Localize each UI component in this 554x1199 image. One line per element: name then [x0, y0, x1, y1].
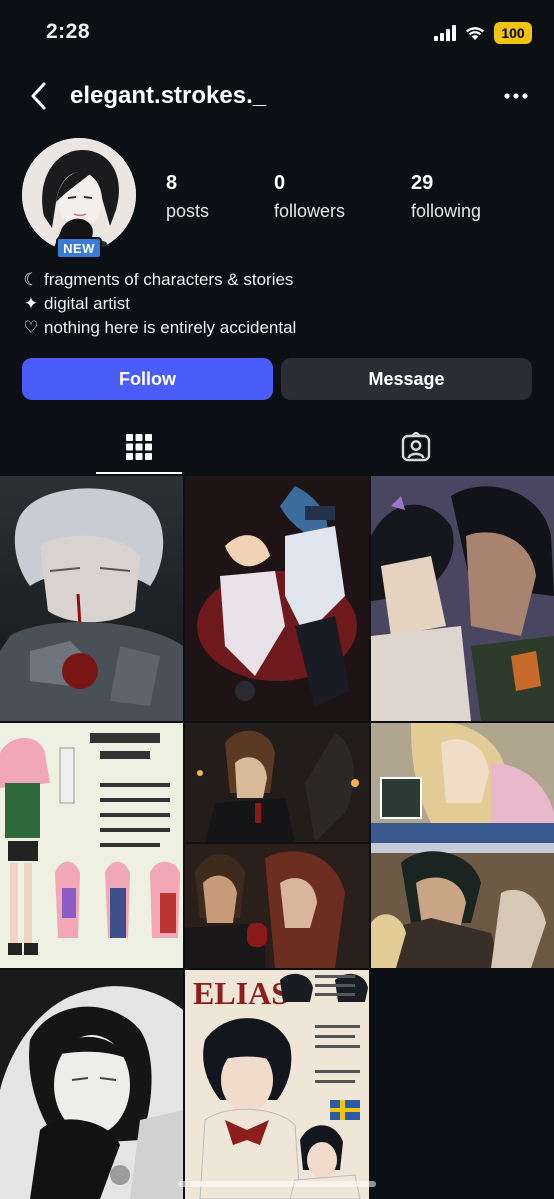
bio-line: ✦ digital artist — [22, 292, 532, 316]
post-image: ELIAS — [185, 970, 369, 1199]
grid-icon — [125, 434, 152, 460]
status-bar: 2:28 100 — [0, 0, 554, 66]
bio-text: nothing here is entirely accidental — [44, 318, 297, 337]
status-time: 2:28 — [46, 20, 91, 43]
stat-posts-label: posts — [166, 201, 210, 221]
profile-avatar-wrapper[interactable]: NEW — [22, 138, 136, 259]
post-thumbnail[interactable] — [0, 723, 183, 968]
more-options-button[interactable] — [500, 80, 532, 112]
active-tab-indicator — [96, 472, 182, 474]
post-thumbnail[interactable] — [371, 476, 554, 721]
back-button[interactable] — [22, 78, 54, 114]
cellular-signal-icon — [434, 25, 456, 41]
battery-indicator: 100 — [494, 22, 532, 44]
stat-posts-value: 8 — [166, 172, 178, 194]
profile-tabs — [0, 420, 554, 476]
post-thumbnail[interactable] — [0, 476, 183, 721]
stat-followers-value: 0 — [274, 172, 286, 194]
moon-icon: ☾ — [23, 270, 39, 289]
new-badge: NEW — [56, 237, 102, 259]
heart-outline-icon: ♡ — [23, 318, 39, 337]
post-image — [185, 723, 369, 968]
post-thumbnail[interactable]: ELIAS — [185, 970, 369, 1199]
tab-grid[interactable] — [0, 420, 277, 474]
post-image — [0, 970, 183, 1199]
bio-line: ♡ nothing here is entirely accidental — [22, 316, 532, 340]
bio-line: ☾ fragments of characters & stories — [22, 268, 532, 292]
posts-grid: ELIAS — [0, 476, 554, 1199]
stat-following-label: following — [411, 201, 482, 221]
post-thumbnail[interactable] — [0, 970, 183, 1199]
post-image — [185, 476, 369, 721]
username-title: elegant.strokes._ — [70, 82, 267, 109]
stat-followers-label: followers — [274, 201, 346, 221]
home-indicator[interactable] — [178, 1181, 376, 1187]
chevron-left-icon — [31, 82, 46, 110]
stat-followers[interactable]: 0 followers — [274, 172, 345, 222]
post-thumbnail[interactable] — [185, 723, 369, 968]
status-icons: 100 — [434, 22, 532, 44]
bio-text: fragments of characters & stories — [44, 270, 294, 289]
avatar — [22, 138, 136, 252]
post-thumbnail[interactable] — [371, 723, 554, 968]
bio-text: digital artist — [44, 294, 130, 313]
profile-header: elegant.strokes._ — [0, 74, 554, 118]
message-button[interactable]: Message — [281, 358, 532, 400]
post-image — [371, 723, 554, 968]
avatar-illustration — [22, 138, 136, 252]
tagged-person-icon — [401, 432, 430, 462]
post-image — [0, 723, 183, 968]
post-image — [371, 476, 554, 721]
stat-following[interactable]: 29 following — [411, 172, 481, 222]
post-title: ELIAS — [193, 975, 289, 1011]
post-thumbnail[interactable] — [185, 476, 369, 721]
wifi-icon — [466, 27, 484, 40]
stat-posts[interactable]: 8 posts — [166, 172, 209, 222]
tab-tagged[interactable] — [277, 420, 554, 474]
stat-following-value: 29 — [411, 172, 434, 194]
follow-button[interactable]: Follow — [22, 358, 273, 400]
profile-bio: ☾ fragments of characters & stories ✦ digi… — [22, 268, 532, 340]
post-image — [0, 476, 183, 721]
more-horizontal-icon — [504, 93, 528, 99]
sparkle-icon: ✦ — [23, 294, 39, 313]
